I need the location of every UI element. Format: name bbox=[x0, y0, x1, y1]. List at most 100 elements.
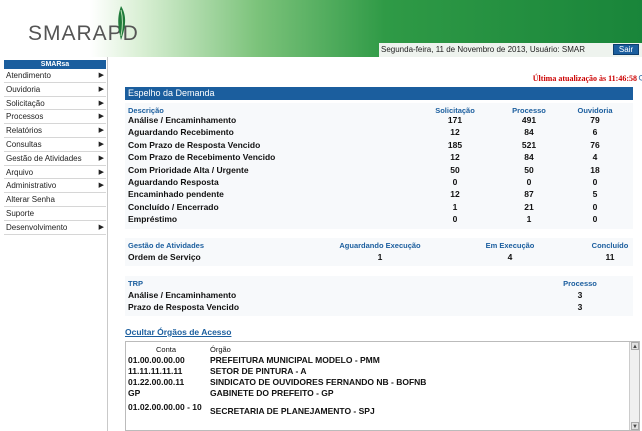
table-cell: 6 bbox=[592, 127, 598, 138]
column-header: Concluído bbox=[591, 241, 629, 250]
sidebar-item[interactable]: Consultas ▶ bbox=[4, 138, 106, 152]
chevron-right-icon: ▶ bbox=[98, 127, 104, 135]
date-user-text: Segunda-feira, 11 de Novembro de 2013, U… bbox=[381, 45, 585, 54]
list-item-organ: SINDICATO DE OUVIDORES FERNANDO NB - BOF… bbox=[210, 377, 427, 387]
sidebar-item-label: Gestão de Atividades bbox=[6, 153, 82, 163]
list-item-organ: SETOR DE PINTURA - A bbox=[210, 366, 307, 376]
table-cell: 1 bbox=[526, 214, 532, 225]
list-item-account: 01.22.00.00.11 bbox=[128, 377, 185, 387]
table-cell: 11 bbox=[605, 252, 615, 262]
leaf-logo-icon bbox=[118, 6, 126, 40]
table-cell: 84 bbox=[524, 127, 534, 138]
column-header: Órgão bbox=[210, 345, 231, 354]
table-cell: 3 bbox=[577, 290, 583, 300]
sidebar-item[interactable]: Administrativo ▶ bbox=[4, 179, 106, 194]
list-item-organ: PREFEITURA MUNICIPAL MODELO - PMM bbox=[210, 355, 380, 365]
chevron-right-icon: ▶ bbox=[98, 72, 104, 79]
sidebar-item-label: Ouvidoria bbox=[6, 84, 41, 94]
chevron-right-icon: ▶ bbox=[98, 223, 104, 231]
sidebar-item-label: Arquivo bbox=[6, 167, 34, 177]
column-header: Ouvidoria bbox=[577, 106, 613, 115]
table-cell: 0 bbox=[592, 201, 598, 212]
table-row-label: Prazo de Resposta Vencido bbox=[128, 302, 240, 312]
table-cell: 50 bbox=[524, 164, 534, 175]
table-row-label: Encaminhado pendente bbox=[128, 189, 224, 200]
table-cell: 0 bbox=[452, 177, 458, 187]
sidebar-item-label: Solicitação bbox=[6, 98, 45, 108]
list-item-organ: SECRETARIA DE PLANEJAMENTO - SPJ bbox=[210, 406, 375, 416]
organs-scrollbar[interactable]: ▲ ▼ bbox=[629, 342, 639, 430]
header-banner: SMARAPD Segunda-feira, 11 de Novembro de… bbox=[0, 0, 642, 57]
sidebar-item[interactable]: Atendimento ▶ bbox=[4, 69, 106, 83]
table-cell: 79 bbox=[590, 115, 600, 125]
column-header: Descrição bbox=[128, 106, 164, 115]
table-row-label: Análise / Encaminhamento bbox=[128, 115, 237, 125]
sidebar-item[interactable]: Alterar Senha bbox=[4, 193, 106, 207]
refresh-icon[interactable]: ⟳ bbox=[638, 73, 642, 84]
table-cell: 5 bbox=[592, 189, 598, 200]
activities-table: Gestão de Atividades Aguardando Execução E… bbox=[125, 238, 633, 266]
status-bar: Segunda-feira, 11 de Novembro de 2013, U… bbox=[379, 43, 642, 57]
table-row-label: Empréstimo bbox=[128, 214, 178, 225]
sidebar-item[interactable]: Processos ▶ bbox=[4, 110, 106, 125]
sidebar-item-label: Suporte bbox=[6, 209, 35, 218]
table-cell: 1 bbox=[377, 252, 383, 262]
table-cell: 12 bbox=[450, 152, 460, 163]
chevron-right-icon: ▶ bbox=[98, 154, 104, 162]
list-item-account: 11.11.11.11.11 bbox=[128, 366, 183, 376]
sidebar-title: SMARsa bbox=[4, 60, 106, 69]
main-content: Última atualização às 11:46:58 ⟳ Espelho… bbox=[119, 57, 642, 431]
organs-list: Conta Órgão 01.00.00.00.00 PREFEITURA MUNIC… bbox=[125, 341, 640, 431]
table-cell: 84 bbox=[524, 152, 534, 163]
sidebar-item-label: Alterar Senha bbox=[6, 195, 55, 205]
hide-organs-link[interactable]: Ocultar Órgãos de Acesso bbox=[125, 327, 231, 337]
sidebar-item[interactable]: Relatórios ▶ bbox=[4, 124, 106, 138]
sidebar-item[interactable]: Suporte bbox=[4, 207, 106, 221]
list-item-account: 01.00.00.00.00 bbox=[128, 355, 185, 365]
column-header: TRP bbox=[128, 279, 143, 288]
table-row-label: Concluído / Encerrado bbox=[128, 201, 219, 212]
table-cell: 4 bbox=[507, 252, 513, 262]
table-cell: 171 bbox=[447, 115, 463, 125]
sidebar-item[interactable]: Solicitação ▶ bbox=[4, 97, 106, 111]
table-cell: 3 bbox=[577, 302, 583, 312]
table-row-label: Com Prioridade Alta / Urgente bbox=[128, 164, 249, 175]
list-item-organ: GABINETE DO PREFEITO - GP bbox=[210, 388, 334, 398]
logout-button[interactable]: Sair bbox=[613, 44, 639, 55]
sidebar-item-label: Relatórios bbox=[6, 126, 43, 136]
sidebar-item-label: Administrativo bbox=[6, 181, 57, 191]
table-cell: 12 bbox=[450, 127, 460, 138]
table-row-label: Ordem de Serviço bbox=[128, 252, 201, 262]
scroll-up-icon[interactable]: ▲ bbox=[631, 342, 639, 350]
column-header: Em Execução bbox=[485, 241, 535, 250]
chevron-right-icon: ▶ bbox=[98, 182, 104, 190]
sidebar-item-label: Atendimento bbox=[6, 71, 51, 80]
sidebar-item[interactable]: Ouvidoria ▶ bbox=[4, 83, 106, 97]
column-header: Conta bbox=[156, 345, 177, 354]
table-cell: 0 bbox=[592, 214, 598, 225]
table-cell: 491 bbox=[521, 115, 537, 125]
last-update-text: Última atualização às 11:46:58 bbox=[532, 74, 637, 83]
scroll-down-icon[interactable]: ▼ bbox=[631, 422, 639, 430]
table-cell: 50 bbox=[450, 164, 460, 175]
sidebar-item-label: Consultas bbox=[6, 140, 42, 149]
table-cell: 76 bbox=[590, 139, 600, 150]
list-item-account: GP bbox=[128, 388, 141, 398]
sidebar-item[interactable]: Arquivo ▶ bbox=[4, 166, 106, 180]
sidebar-item[interactable]: Gestão de Atividades ▶ bbox=[4, 152, 106, 166]
sidebar-item-label: Desenvolvimento bbox=[6, 222, 68, 232]
column-header: Solicitação bbox=[435, 106, 475, 115]
column-header: Processo bbox=[512, 106, 546, 115]
table-row-label: Aguardando Resposta bbox=[128, 177, 219, 187]
table-row-label: Aguardando Recebimento bbox=[128, 127, 234, 138]
trp-table: TRP Processo Análise / Encaminhamento 3 Praz… bbox=[125, 276, 633, 316]
chevron-right-icon: ▶ bbox=[98, 85, 104, 93]
sidebar-item[interactable]: Desenvolvimento ▶ bbox=[4, 221, 106, 235]
column-header: Processo bbox=[563, 279, 597, 288]
column-header: Gestão de Atividades bbox=[128, 241, 204, 250]
table-cell: 0 bbox=[452, 214, 458, 225]
chevron-right-icon: ▶ bbox=[98, 168, 104, 176]
table-cell: 18 bbox=[590, 164, 600, 175]
table-row-label: Com Prazo de Resposta Vencido bbox=[128, 139, 261, 150]
table-cell: 0 bbox=[526, 177, 532, 187]
